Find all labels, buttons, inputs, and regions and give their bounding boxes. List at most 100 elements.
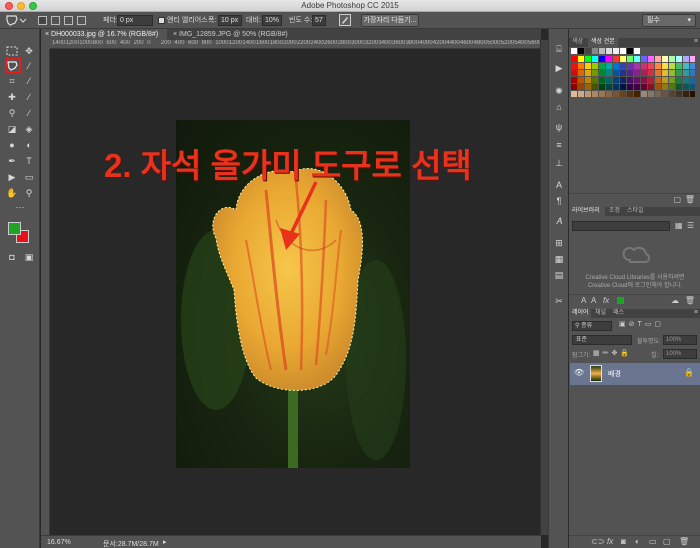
- paragraph-panel-icon[interactable]: ¶: [553, 195, 565, 207]
- document-tab-1[interactable]: × DH000033.jpg @ 16.7% (RGB/8#): [41, 29, 167, 40]
- color-swatch[interactable]: [571, 63, 577, 69]
- color-swatch[interactable]: [620, 84, 626, 90]
- color-swatch[interactable]: [592, 77, 598, 83]
- delete-library-icon[interactable]: 🗑: [685, 296, 695, 305]
- color-swatch[interactable]: [648, 84, 654, 90]
- color-swatch[interactable]: [648, 63, 654, 69]
- move-tool-icon[interactable]: ✥: [22, 45, 36, 57]
- tab-swatches[interactable]: 색상 견본: [588, 38, 618, 47]
- notes-panel-icon[interactable]: ▦: [553, 253, 565, 265]
- color-swatch[interactable]: [599, 91, 605, 97]
- timeline-panel-icon[interactable]: ▤: [553, 269, 565, 281]
- new-layer-icon[interactable]: ▢: [663, 537, 671, 546]
- eraser-tool-icon[interactable]: ◪: [5, 123, 19, 135]
- status-menu-arrow-icon[interactable]: ▸: [163, 538, 167, 546]
- subtract-selection-icon[interactable]: [64, 16, 73, 25]
- align-panel-icon[interactable]: ⊥: [553, 157, 565, 169]
- color-swatch[interactable]: [669, 91, 675, 97]
- history-panel-icon[interactable]: ⌸: [553, 43, 565, 55]
- color-swatch[interactable]: [655, 56, 661, 62]
- color-swatch[interactable]: [578, 56, 584, 62]
- color-swatch[interactable]: [634, 77, 640, 83]
- adjustment-layer-icon[interactable]: ◐: [635, 537, 640, 546]
- color-swatch[interactable]: [599, 77, 605, 83]
- color-swatch[interactable]: [634, 63, 640, 69]
- dodge-tool-icon[interactable]: ◐: [22, 139, 36, 151]
- color-swatch[interactable]: [620, 48, 626, 54]
- color-swatch[interactable]: [641, 63, 647, 69]
- color-swatch[interactable]: [669, 70, 675, 76]
- color-swatch[interactable]: [578, 70, 584, 76]
- more-tools-icon[interactable]: ···: [13, 201, 27, 213]
- antialias-checkbox[interactable]: [158, 17, 165, 24]
- color-swatch[interactable]: [627, 70, 633, 76]
- color-swatch[interactable]: [606, 48, 612, 54]
- add-char-style-icon[interactable]: A: [591, 296, 596, 305]
- color-swatch[interactable]: [655, 77, 661, 83]
- add-color-icon[interactable]: [617, 297, 624, 304]
- color-swatch[interactable]: [585, 48, 591, 54]
- color-swatch[interactable]: [690, 56, 695, 62]
- color-swatch[interactable]: [648, 91, 654, 97]
- tool-preset-picker[interactable]: [4, 14, 27, 26]
- tab-layers[interactable]: 레이어: [569, 309, 591, 318]
- crop-tool-icon[interactable]: ⌗: [5, 75, 19, 87]
- delete-swatch-icon[interactable]: 🗑: [685, 195, 695, 204]
- color-swatch[interactable]: [606, 70, 612, 76]
- color-swatch[interactable]: [599, 84, 605, 90]
- info-panel-icon[interactable]: ⌂: [553, 101, 565, 113]
- add-text-icon[interactable]: A: [581, 296, 586, 305]
- color-swatch[interactable]: [606, 77, 612, 83]
- delete-layer-icon[interactable]: 🗑: [679, 537, 689, 546]
- color-swatch[interactable]: [606, 63, 612, 69]
- color-swatch[interactable]: [627, 56, 633, 62]
- cloud-sync-icon[interactable]: ☁: [671, 296, 679, 305]
- color-swatch[interactable]: [585, 63, 591, 69]
- new-swatch-icon[interactable]: ▢: [673, 195, 681, 204]
- marquee-tool-icon[interactable]: [5, 45, 19, 57]
- glyphs-panel-icon[interactable]: 𝐴: [553, 215, 565, 227]
- color-swatch[interactable]: [683, 56, 689, 62]
- color-swatch[interactable]: [655, 63, 661, 69]
- actions-panel-icon[interactable]: ▶: [553, 62, 565, 74]
- opacity-input[interactable]: 100%: [663, 335, 697, 345]
- color-swatch[interactable]: [592, 84, 598, 90]
- color-swatch[interactable]: [620, 70, 626, 76]
- blend-mode-select[interactable]: 표준: [572, 335, 632, 345]
- color-swatch[interactable]: [634, 91, 640, 97]
- color-swatch[interactable]: [571, 77, 577, 83]
- color-swatch[interactable]: [578, 77, 584, 83]
- color-swatch[interactable]: [627, 77, 633, 83]
- color-swatch[interactable]: [662, 77, 668, 83]
- tab-paths[interactable]: 패스: [610, 309, 626, 318]
- color-swatch[interactable]: [571, 84, 577, 90]
- color-swatch[interactable]: [578, 84, 584, 90]
- contrast-input[interactable]: 10%: [262, 15, 282, 26]
- color-swatch[interactable]: [578, 48, 584, 54]
- visibility-eye-icon[interactable]: 👁: [574, 368, 584, 377]
- color-swatch[interactable]: [662, 91, 668, 97]
- color-swatch[interactable]: [662, 70, 668, 76]
- color-swatch[interactable]: [655, 84, 661, 90]
- pen-tool-icon[interactable]: ✒: [5, 155, 19, 167]
- color-swatch[interactable]: [620, 56, 626, 62]
- color-swatch[interactable]: [620, 77, 626, 83]
- color-swatch[interactable]: [571, 91, 577, 97]
- properties-panel-icon[interactable]: ≡: [553, 139, 565, 151]
- tab-libraries[interactable]: 라이브러리: [569, 207, 605, 216]
- color-swatch[interactable]: [578, 91, 584, 97]
- link-layers-icon[interactable]: ⊂⊃: [591, 537, 604, 546]
- add-selection-icon[interactable]: [51, 16, 60, 25]
- color-swatch[interactable]: [578, 63, 584, 69]
- blur-tool-icon[interactable]: ●: [5, 139, 19, 151]
- color-swatch[interactable]: [683, 70, 689, 76]
- color-swatch[interactable]: [599, 56, 605, 62]
- color-swatch[interactable]: [627, 91, 633, 97]
- color-swatch[interactable]: [606, 84, 612, 90]
- color-swatch[interactable]: [634, 48, 640, 54]
- swatch-grid[interactable]: [571, 48, 695, 124]
- frequency-input[interactable]: 57: [312, 15, 326, 26]
- color-swatch[interactable]: [592, 48, 598, 54]
- new-group-icon[interactable]: ▭: [649, 537, 657, 546]
- magic-wand-tool-icon[interactable]: ⁄: [22, 60, 36, 72]
